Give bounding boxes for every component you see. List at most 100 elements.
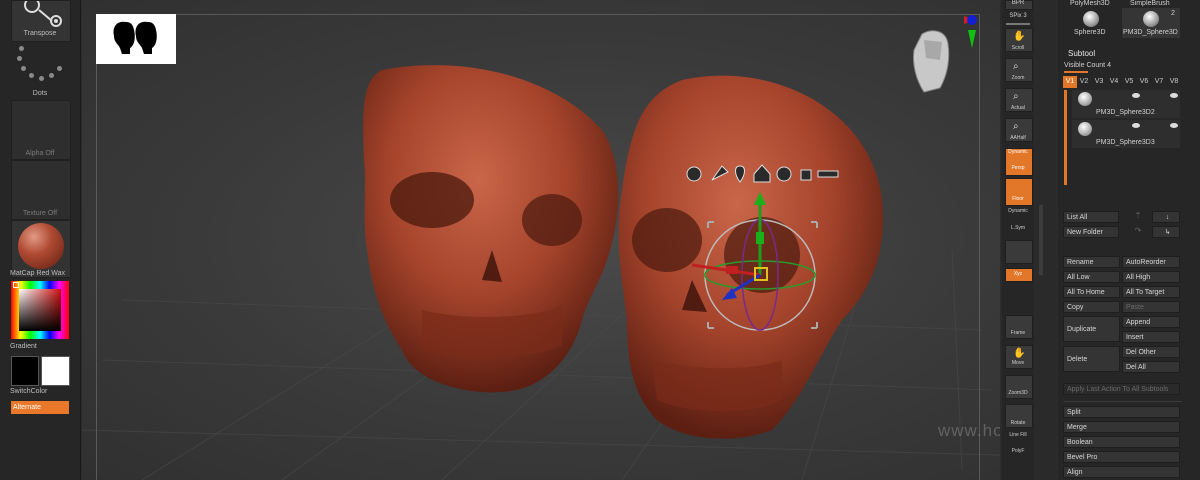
polymesh-label[interactable]: PolyMesh3D	[1070, 0, 1110, 7]
texture-label: Texture Off	[22, 210, 58, 217]
persp-label: Persp	[1011, 165, 1025, 171]
subtool-item[interactable]: PM3D_Sphere3D3	[1072, 120, 1180, 148]
transpose-icon	[24, 0, 62, 27]
lock-button[interactable]	[1005, 240, 1033, 264]
tab-v7[interactable]: V7	[1152, 76, 1166, 88]
arrow-end-icon[interactable]: ↳	[1152, 226, 1180, 238]
navigation-head-icon[interactable]	[913, 15, 977, 93]
all-low-button[interactable]: All Low	[1063, 271, 1120, 283]
duplicate-button[interactable]: Duplicate	[1063, 316, 1120, 342]
matcap-sphere-icon	[18, 223, 64, 269]
lock-icon[interactable]	[800, 169, 812, 181]
aahalf-label: AAHalf	[1010, 135, 1026, 141]
merge-menu[interactable]: Merge	[1063, 421, 1180, 433]
magnifier-icon: ⌕	[1013, 121, 1019, 132]
subtool-name: PM3D_Sphere3D3	[1096, 139, 1155, 146]
secondary-color-swatch[interactable]	[41, 356, 70, 386]
gradient-label[interactable]: Gradient	[10, 343, 70, 350]
polyf-label[interactable]: PolyF	[1002, 448, 1034, 454]
main-color-swatch[interactable]	[11, 356, 39, 386]
sphere-thumbnail-icon	[1078, 122, 1092, 136]
gear-icon[interactable]	[686, 166, 702, 182]
new-folder-button[interactable]: New Folder	[1063, 226, 1119, 238]
tab-v3[interactable]: V3	[1092, 76, 1106, 88]
picker-handle[interactable]	[13, 282, 19, 288]
visibility-toggle-icon[interactable]	[1132, 123, 1140, 128]
switch-color-button[interactable]: SwitchColor	[10, 388, 70, 395]
linefill-label[interactable]: Line Fill	[1002, 432, 1034, 438]
magnifier-icon: ⌕	[1013, 91, 1019, 102]
all-to-home-button[interactable]: All To Home	[1063, 286, 1120, 298]
visible-count[interactable]: Visible Count 4	[1064, 62, 1111, 69]
spix-slider[interactable]	[1006, 23, 1030, 25]
subtool-name: PM3D_Sphere3D2	[1096, 109, 1155, 116]
viewport-canvas[interactable]: www.hooparamz.com	[82, 0, 1000, 480]
tab-v1[interactable]: V1	[1063, 76, 1077, 88]
color-picker[interactable]	[11, 281, 69, 339]
subtool-scrollbar[interactable]	[1064, 90, 1067, 185]
pm3d-thumbnail	[1143, 11, 1159, 27]
del-other-button[interactable]: Del Other	[1122, 346, 1180, 358]
insert-button[interactable]: Insert	[1122, 331, 1180, 343]
arrow-down-icon[interactable]: ↓	[1152, 211, 1180, 223]
hand-icon: ✋	[1013, 348, 1026, 359]
all-high-button[interactable]: All High	[1122, 271, 1180, 283]
subtool-title[interactable]: Subtool	[1068, 49, 1095, 58]
reset-icon[interactable]	[776, 166, 792, 182]
autoreorder-button[interactable]: AutoReorder	[1122, 256, 1180, 268]
rotate-label: Rotate	[1010, 420, 1026, 426]
floor-label: Floor	[1012, 196, 1024, 202]
delete-button[interactable]: Delete	[1063, 346, 1120, 372]
pm3d-label: PM3D_Sphere3D	[1123, 29, 1178, 36]
dots-stroke-icon[interactable]	[11, 44, 69, 88]
apply-last-action-button[interactable]: Apply Last Action To All Subtools	[1063, 383, 1180, 395]
sphere3d-label: Sphere3D	[1074, 29, 1106, 36]
alpha-label: Alpha Off	[25, 150, 55, 157]
bpr-label: BPR	[1011, 0, 1025, 6]
hand-icon: ✋	[1013, 31, 1026, 42]
minus-icon[interactable]	[817, 170, 839, 178]
boolean-menu[interactable]: Boolean	[1063, 436, 1180, 448]
bevel-pro-menu[interactable]: Bevel Pro	[1063, 451, 1180, 463]
paste-button[interactable]: Paste	[1122, 301, 1180, 313]
visibility-toggle-icon[interactable]	[1132, 93, 1140, 98]
align-menu[interactable]: Align	[1063, 466, 1180, 478]
tab-v4[interactable]: V4	[1107, 76, 1121, 88]
dots-label: Dots	[32, 90, 48, 97]
right-toolbar: BPR SPix 3 ✋ Scroll ⌕ Zoom ⌕ Actual ⌕ AA…	[1002, 0, 1034, 480]
simplebrush-label[interactable]: SimpleBrush	[1130, 0, 1170, 7]
del-all-button[interactable]: Del All	[1122, 361, 1180, 373]
tab-v2[interactable]: V2	[1077, 76, 1091, 88]
tab-v8[interactable]: V8	[1167, 76, 1181, 88]
zoom3d-label: Zoom3D	[1008, 390, 1028, 396]
subtool-item[interactable]: PM3D_Sphere3D2	[1072, 90, 1180, 118]
dynamic-label-2: Dynamic	[1008, 208, 1028, 214]
transpose-label: Transpose	[23, 30, 57, 37]
spix-label[interactable]: SPix 3	[1002, 13, 1034, 19]
xyz-label: Xyz	[1013, 271, 1023, 277]
skull-right[interactable]	[618, 75, 883, 439]
all-to-target-button[interactable]: All To Target	[1122, 286, 1180, 298]
arrow-up-icon[interactable]: ⇡	[1128, 211, 1148, 223]
tool-count: 2	[1171, 10, 1175, 17]
eye-icon[interactable]	[1170, 93, 1178, 98]
sphere-thumbnail-icon	[1078, 92, 1092, 106]
scrollbar-thumb[interactable]	[1039, 205, 1043, 275]
list-all-button[interactable]: List All	[1063, 211, 1119, 223]
append-button[interactable]: Append	[1122, 316, 1180, 328]
visible-count-slider[interactable]	[1064, 71, 1088, 73]
skull-left[interactable]	[363, 65, 619, 393]
rename-button[interactable]: Rename	[1063, 256, 1120, 268]
sphere3d-thumbnail[interactable]	[1083, 11, 1099, 27]
tab-v6[interactable]: V6	[1137, 76, 1151, 88]
skull-models[interactable]	[82, 0, 1000, 480]
copy-button[interactable]: Copy	[1063, 301, 1120, 313]
split-menu[interactable]: Split	[1063, 406, 1180, 418]
arrow-redo-icon[interactable]: ↷	[1128, 226, 1148, 238]
lsym-label[interactable]: L.Sym	[1002, 225, 1034, 231]
alternate-button[interactable]: Alternate	[11, 401, 69, 414]
eye-icon[interactable]	[1170, 123, 1178, 128]
tab-v5[interactable]: V5	[1122, 76, 1136, 88]
zoom-label: Zoom	[1011, 75, 1025, 81]
color-square[interactable]	[19, 289, 61, 331]
